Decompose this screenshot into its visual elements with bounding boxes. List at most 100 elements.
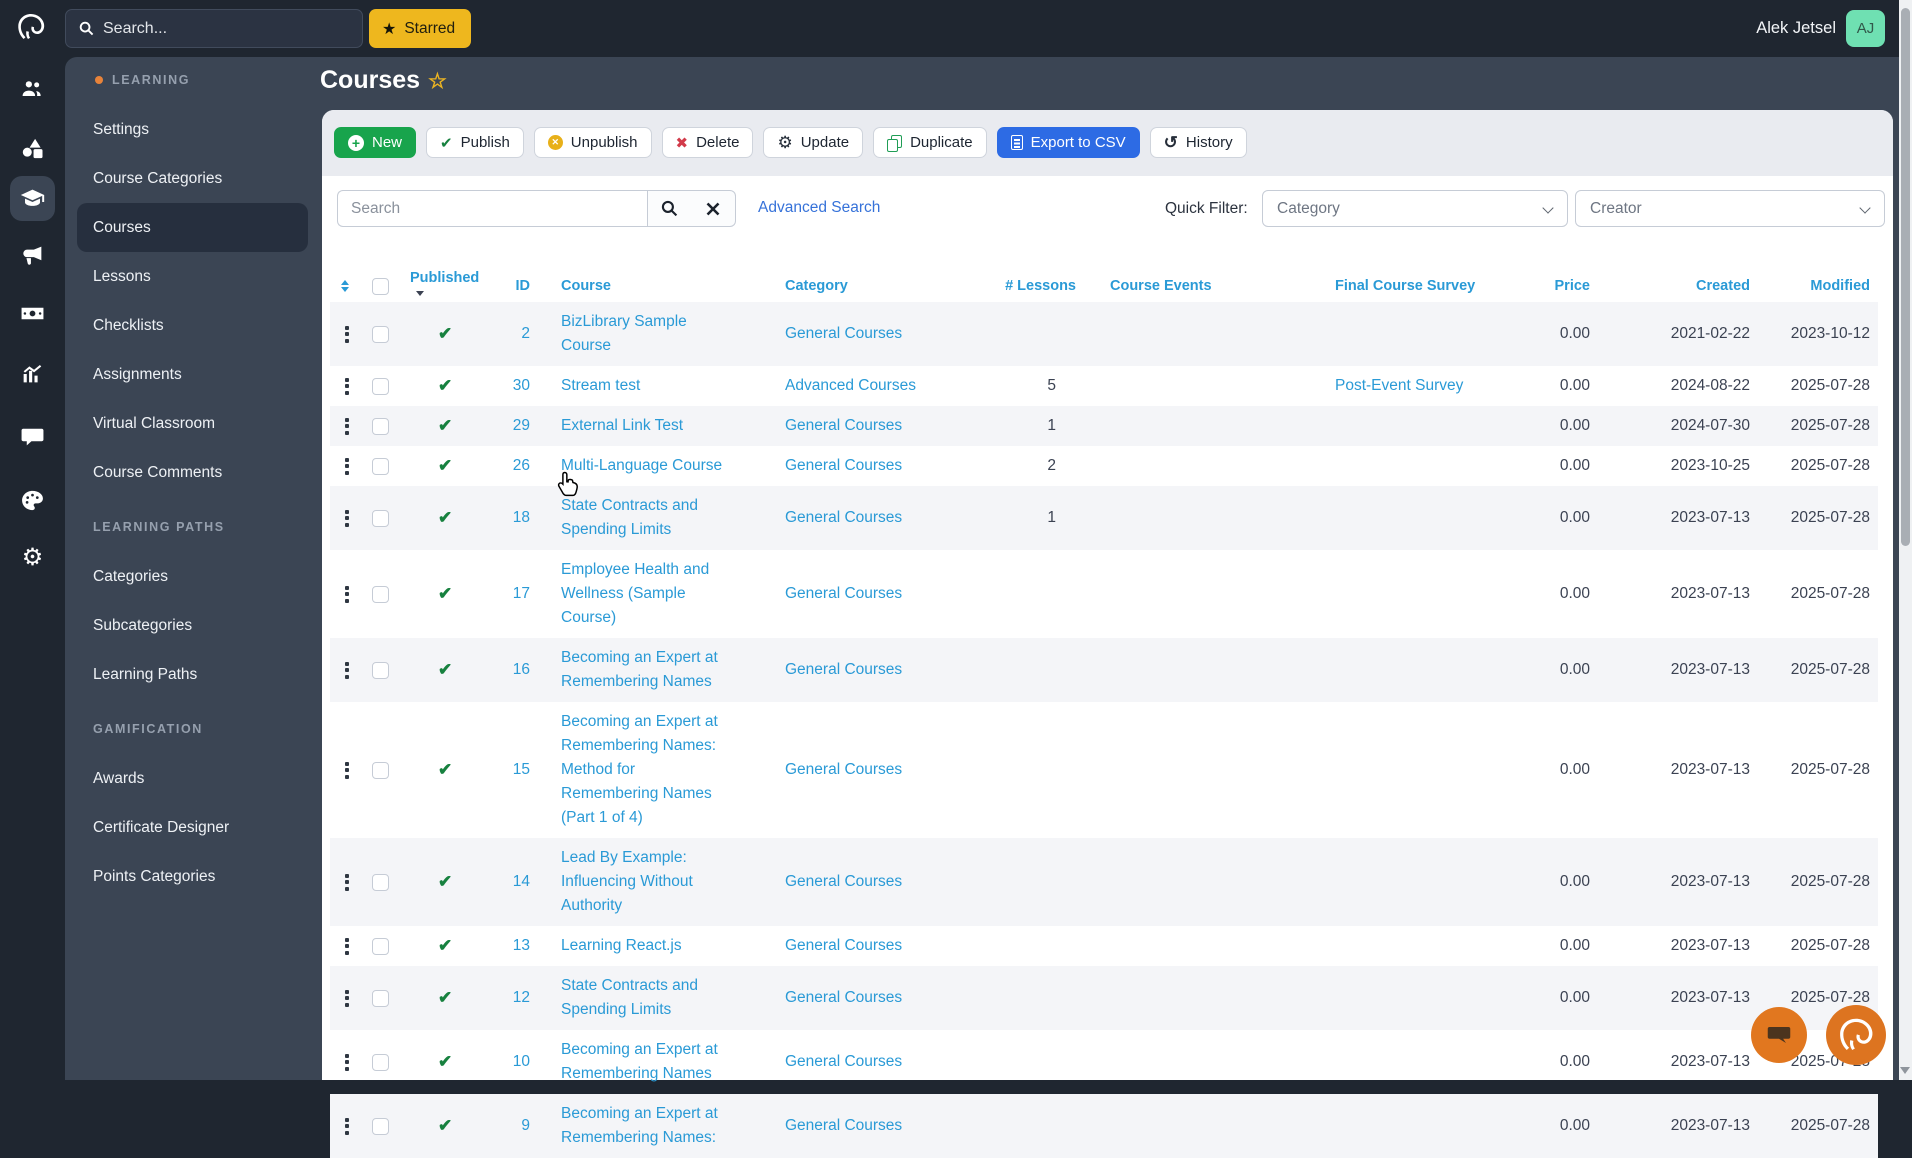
category-link[interactable]: Advanced Courses bbox=[760, 377, 970, 395]
course-id-link[interactable]: 13 bbox=[513, 937, 530, 955]
course-link[interactable]: Becoming an Expert at Remembering Names bbox=[530, 1030, 760, 1094]
course-link[interactable]: Becoming an Expert at Remembering Names: bbox=[530, 1094, 760, 1158]
scrollbar-down-arrow[interactable] bbox=[1900, 1067, 1910, 1074]
mascot-widget-button[interactable] bbox=[1826, 1005, 1886, 1065]
course-id-link[interactable]: 12 bbox=[513, 989, 530, 1007]
column-header-published[interactable]: Published bbox=[396, 270, 480, 302]
global-search-input[interactable]: Search... bbox=[65, 9, 363, 48]
category-link[interactable]: General Courses bbox=[760, 761, 970, 779]
category-link[interactable]: General Courses bbox=[760, 417, 970, 435]
row-checkbox[interactable] bbox=[372, 761, 389, 779]
course-link[interactable]: External Link Test bbox=[530, 406, 760, 446]
row-checkbox[interactable] bbox=[372, 585, 389, 603]
course-id-link[interactable]: 15 bbox=[513, 761, 530, 779]
category-filter-select[interactable]: Category bbox=[1262, 190, 1568, 227]
elephant-logo-icon[interactable] bbox=[14, 10, 48, 44]
course-id-link[interactable]: 17 bbox=[513, 585, 530, 603]
sidebar-item-categories[interactable]: Categories bbox=[77, 552, 308, 601]
rail-item-users[interactable] bbox=[10, 66, 55, 111]
course-link[interactable]: Becoming an Expert at Remembering Names:… bbox=[530, 702, 760, 838]
category-link[interactable]: General Courses bbox=[760, 325, 970, 343]
sidebar-item-assignments[interactable]: Assignments bbox=[77, 350, 308, 399]
course-id-link[interactable]: 29 bbox=[513, 417, 530, 435]
category-link[interactable]: General Courses bbox=[760, 937, 970, 955]
search-submit-button[interactable] bbox=[647, 190, 692, 227]
duplicate-button[interactable]: Duplicate bbox=[873, 127, 987, 158]
course-link[interactable]: Stream test bbox=[530, 366, 760, 406]
course-id-link[interactable]: 2 bbox=[521, 325, 530, 343]
sidebar-item-subcategories[interactable]: Subcategories bbox=[77, 601, 308, 650]
course-link[interactable]: Learning React.js bbox=[530, 926, 760, 966]
course-link[interactable]: Employee Health and Wellness (Sample Cou… bbox=[530, 550, 760, 638]
sidebar-item-points-categories[interactable]: Points Categories bbox=[77, 852, 308, 901]
row-checkbox[interactable] bbox=[372, 937, 389, 955]
row-menu-icon[interactable] bbox=[342, 1051, 360, 1074]
sidebar-item-course-categories[interactable]: Course Categories bbox=[77, 154, 308, 203]
course-link[interactable]: Becoming an Expert at Remembering Names bbox=[530, 638, 760, 702]
column-header-lessons[interactable]: # Lessons bbox=[1005, 278, 1080, 294]
column-header-price[interactable]: Price bbox=[1555, 278, 1600, 294]
category-link[interactable]: General Courses bbox=[760, 585, 970, 603]
course-id-link[interactable]: 9 bbox=[521, 1117, 530, 1135]
category-link[interactable]: General Courses bbox=[760, 457, 970, 475]
table-search-input[interactable] bbox=[337, 190, 647, 227]
sidebar-item-settings[interactable]: Settings bbox=[77, 105, 308, 154]
row-checkbox[interactable] bbox=[372, 989, 389, 1007]
course-id-link[interactable]: 18 bbox=[513, 509, 530, 527]
advanced-search-link[interactable]: Advanced Search bbox=[758, 199, 880, 217]
rail-item-graduation-cap[interactable] bbox=[10, 176, 55, 221]
row-menu-icon[interactable] bbox=[342, 415, 360, 438]
column-header-id[interactable]: ID bbox=[516, 278, 531, 294]
category-link[interactable]: General Courses bbox=[760, 509, 970, 527]
row-checkbox[interactable] bbox=[372, 1117, 389, 1135]
export-to-csv-button[interactable]: Export to CSV bbox=[996, 127, 1140, 158]
sidebar-item-courses[interactable]: Courses bbox=[77, 203, 308, 252]
rail-item-megaphone[interactable] bbox=[10, 233, 55, 278]
row-checkbox[interactable] bbox=[372, 417, 389, 435]
course-id-link[interactable]: 30 bbox=[513, 377, 530, 395]
rail-item-analytics[interactable] bbox=[10, 351, 55, 396]
course-link[interactable]: State Contracts and Spending Limits bbox=[530, 966, 760, 1030]
row-menu-icon[interactable] bbox=[342, 1115, 360, 1138]
sidebar-item-virtual-classroom[interactable]: Virtual Classroom bbox=[77, 399, 308, 448]
clear-search-button[interactable] bbox=[691, 190, 736, 227]
rail-item-palette[interactable] bbox=[10, 478, 55, 523]
sidebar-item-certificate-designer[interactable]: Certificate Designer bbox=[77, 803, 308, 852]
rail-item-gear[interactable]: ⚙ bbox=[10, 535, 55, 580]
row-menu-icon[interactable] bbox=[342, 455, 360, 478]
column-header-course[interactable]: Course bbox=[530, 278, 760, 294]
row-checkbox[interactable] bbox=[372, 325, 389, 343]
starred-button[interactable]: Starred bbox=[369, 9, 472, 48]
sort-icon[interactable] bbox=[341, 280, 349, 292]
column-header-modified[interactable]: Modified bbox=[1810, 278, 1878, 294]
column-header-final-course-survey[interactable]: Final Course Survey bbox=[1290, 278, 1520, 294]
row-menu-icon[interactable] bbox=[342, 759, 360, 782]
column-header-course-events[interactable]: Course Events bbox=[1080, 278, 1290, 294]
sidebar-item-course-comments[interactable]: Course Comments bbox=[77, 448, 308, 497]
publish-button[interactable]: Publish bbox=[426, 127, 524, 158]
rail-item-money[interactable] bbox=[10, 291, 55, 336]
course-link[interactable]: Lead By Example: Influencing Without Aut… bbox=[530, 838, 760, 926]
sidebar-item-learning-paths[interactable]: Learning Paths bbox=[77, 650, 308, 699]
row-menu-icon[interactable] bbox=[342, 507, 360, 530]
row-menu-icon[interactable] bbox=[342, 871, 360, 894]
row-menu-icon[interactable] bbox=[342, 323, 360, 346]
category-link[interactable]: General Courses bbox=[760, 989, 970, 1007]
favorite-star-icon[interactable] bbox=[428, 69, 447, 94]
sidebar-item-awards[interactable]: Awards bbox=[77, 754, 308, 803]
delete-button[interactable]: Delete bbox=[661, 127, 754, 158]
unpublish-button[interactable]: ✕ Unpublish bbox=[533, 127, 652, 158]
rail-item-shapes[interactable] bbox=[10, 126, 55, 171]
course-id-link[interactable]: 10 bbox=[513, 1053, 530, 1071]
column-header-created[interactable]: Created bbox=[1696, 278, 1760, 294]
row-menu-icon[interactable] bbox=[342, 375, 360, 398]
course-id-link[interactable]: 16 bbox=[513, 661, 530, 679]
course-link[interactable]: Multi-Language Course bbox=[530, 446, 760, 486]
sidebar-item-lessons[interactable]: Lessons bbox=[77, 252, 308, 301]
course-id-link[interactable]: 26 bbox=[513, 457, 530, 475]
column-header-category[interactable]: Category bbox=[760, 278, 970, 294]
history-button[interactable]: History bbox=[1149, 127, 1247, 158]
row-menu-icon[interactable] bbox=[342, 583, 360, 606]
row-checkbox[interactable] bbox=[372, 457, 389, 475]
scrollbar-thumb[interactable] bbox=[1901, 8, 1910, 546]
